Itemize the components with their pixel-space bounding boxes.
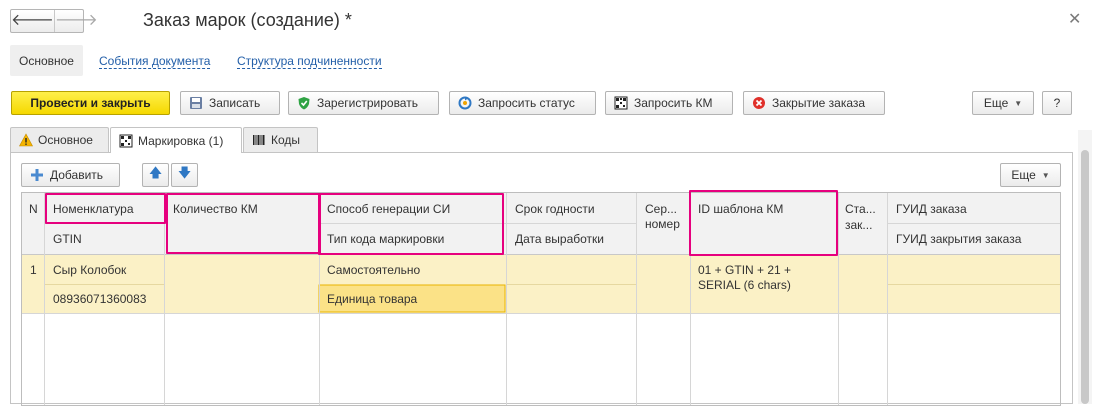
barcode-icon [253, 135, 265, 145]
shield-check-icon [298, 97, 310, 110]
add-row-button[interactable]: Добавить [21, 163, 120, 187]
forward-arrow-icon[interactable]: 🡒 [53, 10, 98, 32]
link-main[interactable]: Основное [10, 45, 83, 76]
col-header-expiry[interactable]: Срок годности [515, 202, 595, 216]
save-button-label: Записать [209, 96, 261, 110]
tab-main-label: Основное [38, 133, 93, 147]
cell-template-line1[interactable]: 01 + GTIN + 21 + [698, 263, 791, 277]
arrow-up-icon: 🡅 [148, 165, 163, 180]
table-more-menu-button[interactable]: Еще ▼ [1000, 163, 1061, 187]
chevron-down-icon: ▼ [1014, 98, 1023, 108]
plus-icon [31, 169, 43, 181]
move-down-button[interactable]: 🡇 [171, 163, 198, 187]
post-and-close-button[interactable]: Провести и закрыть [11, 91, 170, 115]
col-header-close-guid[interactable]: ГУИД закрытия заказа [896, 232, 1021, 246]
col-header-serial-2: номер [645, 217, 680, 231]
col-header-n: N [29, 202, 38, 216]
floppy-disk-icon [190, 97, 202, 109]
tab-main[interactable]: Основное [10, 127, 109, 152]
request-km-button[interactable]: Запросить КМ [605, 91, 733, 115]
col-header-status-2: зак... [845, 218, 873, 232]
cell-template-line2: SERIAL (6 chars) [698, 278, 791, 292]
close-order-button-label: Закрытие заказа [772, 96, 866, 110]
highlight-box [166, 193, 321, 254]
scrollbar-thumb[interactable] [1081, 150, 1089, 404]
help-button[interactable]: ? [1042, 91, 1072, 115]
datamatrix-icon [614, 96, 628, 110]
add-row-button-label: Добавить [50, 168, 104, 182]
cell-gtin[interactable]: 08936071360083 [53, 292, 146, 306]
request-status-button[interactable]: Запросить статус [449, 91, 596, 115]
tab-marking-label: Маркировка (1) [138, 133, 224, 148]
table-more-menu-label: Еще [1011, 168, 1036, 182]
col-header-order-guid[interactable]: ГУИД заказа [896, 202, 967, 216]
back-arrow-icon[interactable]: 🡐 [11, 10, 54, 32]
close-icon[interactable]: ✕ [1068, 9, 1081, 29]
more-menu-label: Еще [983, 96, 1009, 110]
col-header-status-1[interactable]: Ста... [845, 202, 876, 216]
row-number: 1 [30, 263, 37, 277]
arrow-down-icon: 🡇 [177, 165, 192, 180]
col-header-serial-1[interactable]: Сер... [645, 202, 677, 216]
refresh-icon [458, 96, 472, 110]
cancel-circle-icon [753, 97, 765, 109]
cell-gen-method[interactable]: Самостоятельно [327, 263, 420, 277]
history-nav: 🡐 🡒 [10, 9, 98, 33]
link-document-events[interactable]: События документа [99, 55, 211, 69]
cell-code-type[interactable]: Единица товара [327, 292, 417, 306]
col-header-prod-date[interactable]: Дата выработки [515, 232, 604, 246]
highlight-box [318, 193, 504, 255]
warning-icon [19, 133, 33, 147]
tab-codes[interactable]: Коды [243, 127, 318, 152]
more-menu-button[interactable]: Еще ▼ [972, 91, 1034, 115]
col-header-gtin[interactable]: GTIN [53, 232, 82, 246]
link-subordination-structure[interactable]: Структура подчиненности [237, 55, 382, 69]
highlight-box [689, 190, 838, 256]
request-km-button-label: Запросить КМ [634, 96, 713, 110]
register-button[interactable]: Зарегистрировать [288, 91, 439, 115]
window-title: Заказ марок (создание) * [143, 10, 352, 30]
close-order-button[interactable]: Закрытие заказа [743, 91, 885, 115]
register-button-label: Зарегистрировать [317, 96, 418, 110]
save-button[interactable]: Записать [180, 91, 280, 115]
tab-marking[interactable]: Маркировка (1) [110, 127, 242, 153]
move-up-button[interactable]: 🡅 [142, 163, 169, 187]
highlight-box [45, 193, 166, 224]
datamatrix-icon [119, 134, 133, 147]
request-status-button-label: Запросить статус [478, 96, 575, 110]
chevron-down-icon: ▼ [1041, 170, 1050, 180]
cell-nomenclature[interactable]: Сыр Колобок [53, 263, 126, 277]
tab-codes-label: Коды [271, 133, 301, 147]
